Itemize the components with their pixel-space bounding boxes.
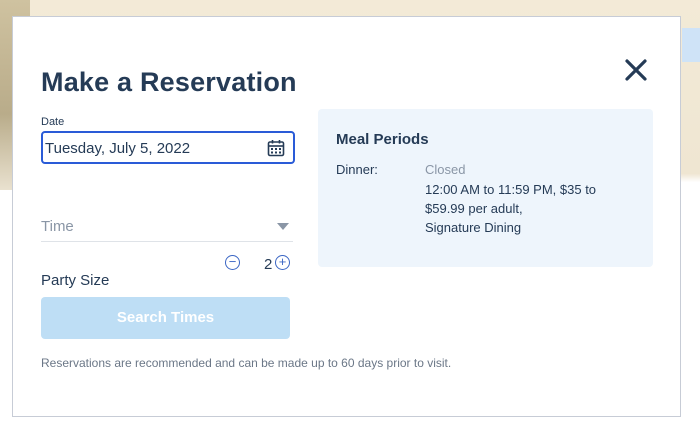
date-value: Tuesday, July 5, 2022 <box>45 140 191 157</box>
meal-period-details: 12:00 AM to 11:59 PM, $35 to $59.99 per … <box>425 180 630 237</box>
meal-periods-title: Meal Periods <box>336 131 429 148</box>
date-label: Date <box>41 116 65 128</box>
calendar-icon[interactable] <box>267 139 285 157</box>
meal-periods-panel: Meal Periods Dinner: Closed 12:00 AM to … <box>318 109 653 267</box>
close-icon[interactable] <box>623 57 649 83</box>
party-size-label: Party Size <box>41 272 110 289</box>
meal-period-detail-line: $59.99 per adult, <box>425 201 523 216</box>
search-times-button[interactable]: Search Times <box>41 297 290 339</box>
meal-period-detail-line: Signature Dining <box>425 220 522 235</box>
increment-button[interactable]: + <box>275 255 290 270</box>
time-select[interactable]: Time <box>41 207 293 242</box>
time-placeholder: Time <box>41 218 74 235</box>
meal-period-name: Dinner: <box>336 162 378 177</box>
party-size-value: 2 <box>264 256 273 273</box>
modal-title: Make a Reservation <box>41 67 297 97</box>
decrement-button[interactable]: − <box>225 255 240 270</box>
chevron-down-icon <box>277 223 289 230</box>
reservation-modal: Make a Reservation Date Tuesday, July 5,… <box>12 16 681 417</box>
reservation-footnote: Reservations are recommended and can be … <box>41 356 452 370</box>
meal-period-status: Closed <box>425 162 466 177</box>
date-field[interactable]: Tuesday, July 5, 2022 <box>41 131 295 164</box>
meal-period-detail-line: 12:00 AM to 11:59 PM, $35 to <box>425 182 597 197</box>
background-button <box>682 28 700 62</box>
